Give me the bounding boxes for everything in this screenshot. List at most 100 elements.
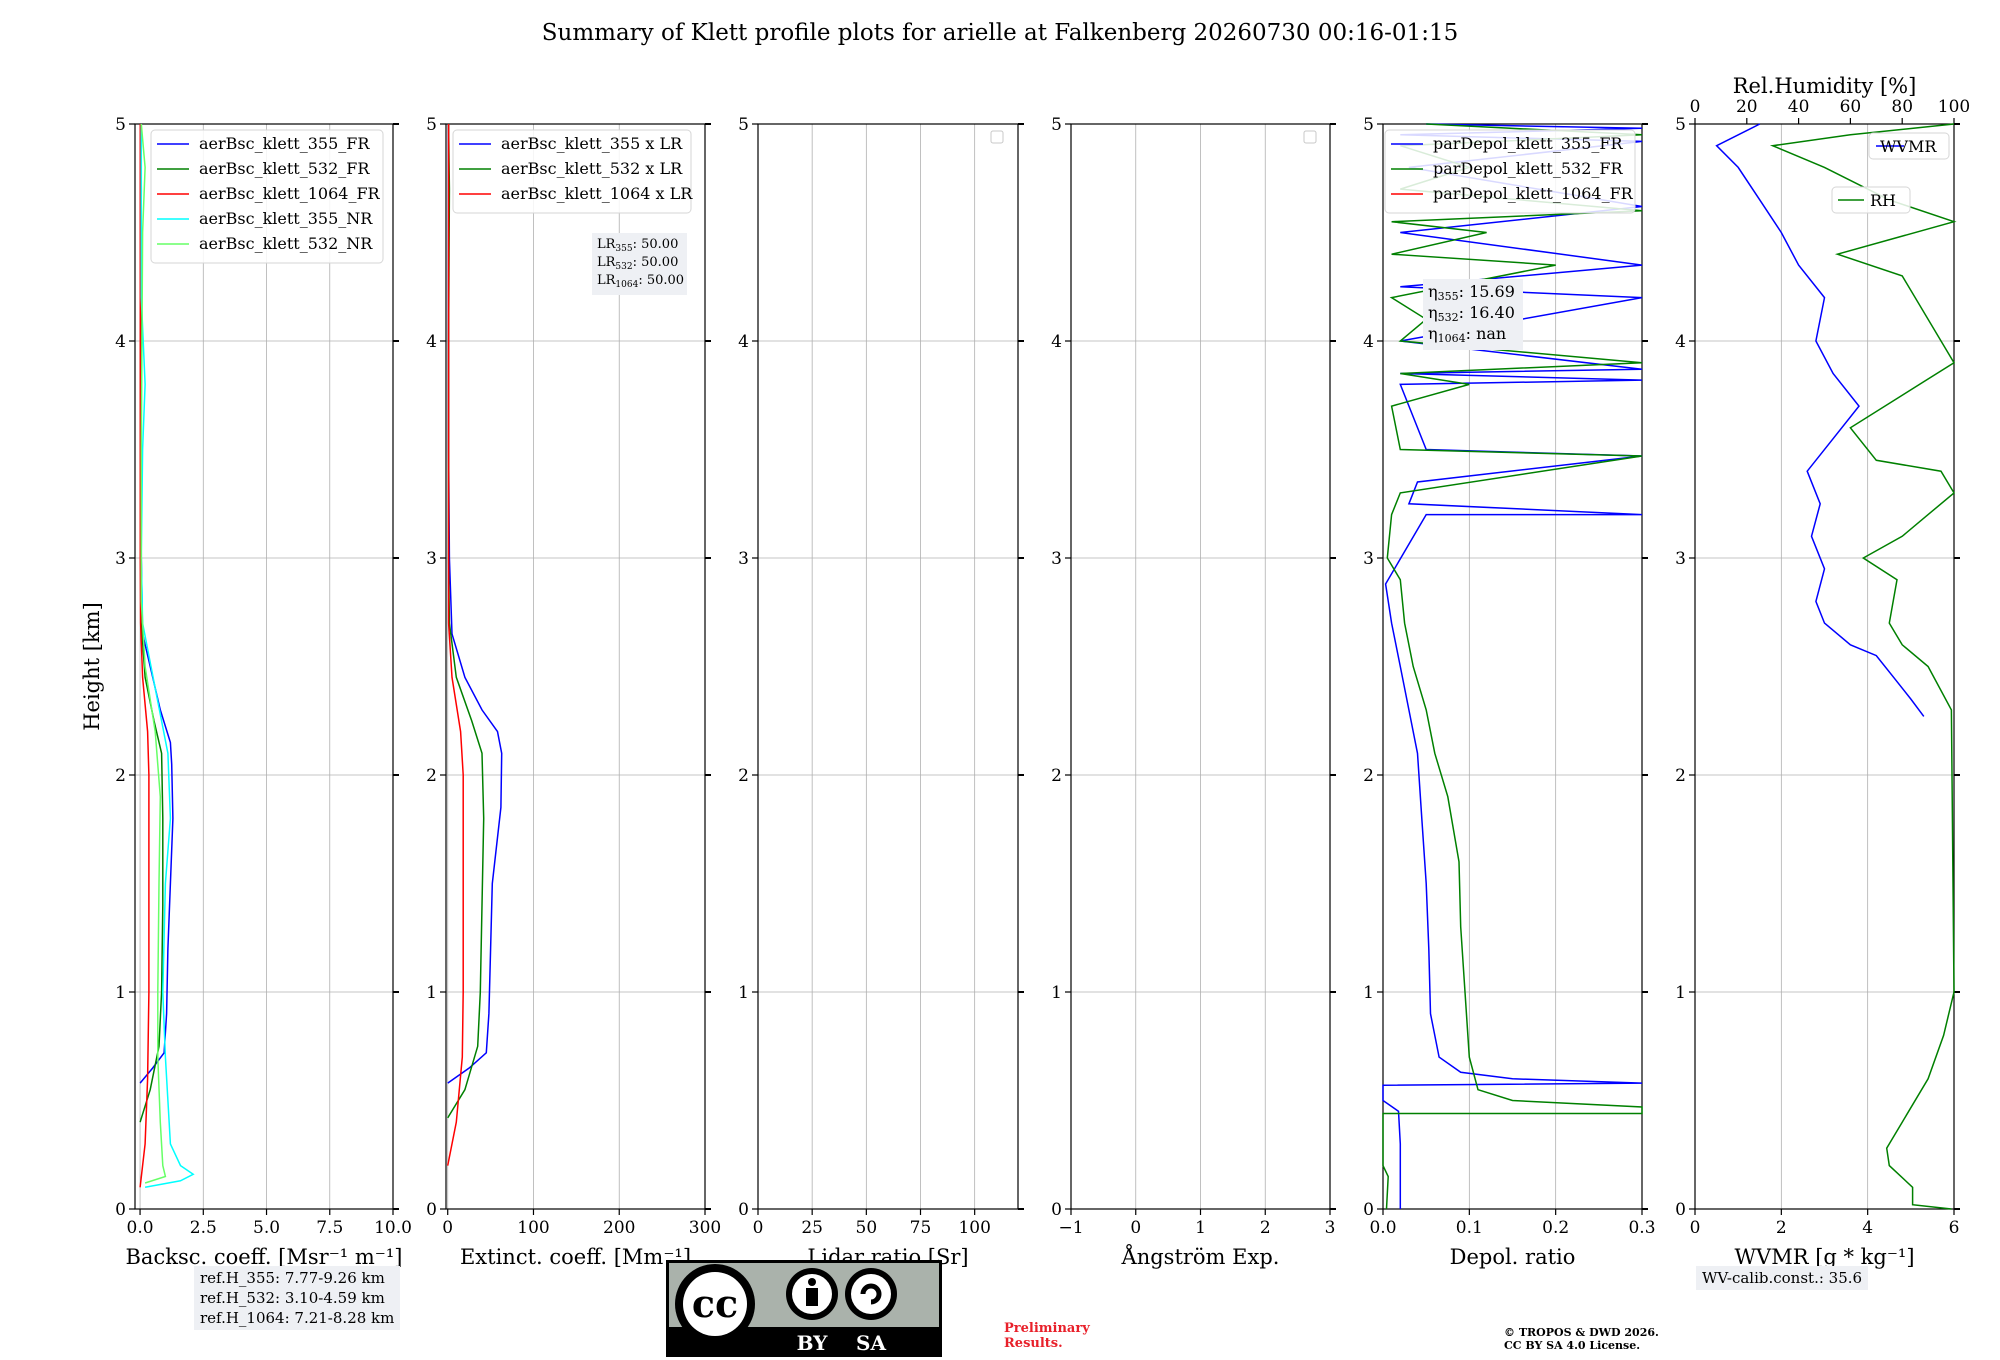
copyright-line-2: CC BY SA 4.0 License. xyxy=(1504,1339,1641,1352)
legend-backscatter: aerBsc_klett_355_FR aerBsc_klett_532_FRae… xyxy=(150,129,384,264)
x-tick-label: −1 xyxy=(1058,1218,1083,1238)
cc-sa-label: SA xyxy=(856,1331,886,1355)
y-tick-label: 0 xyxy=(1363,1200,1374,1220)
x-tick-label: 0 xyxy=(753,1218,764,1238)
x-tick-label: 2 xyxy=(1776,1218,1787,1238)
x-tick-label: 200 xyxy=(603,1218,635,1238)
y-tick-label: 2 xyxy=(426,766,437,786)
series-line-bsc xyxy=(139,123,164,1123)
axes-frame xyxy=(757,123,1019,1210)
profile-figure: 0.0 2.5 5.0 7.5 10.0012345Backsc. coeff. [Ms… xyxy=(80,74,1970,1269)
x-tick-label: 75 xyxy=(910,1218,932,1238)
annotation-text: LR355: 50.00 xyxy=(597,237,678,254)
y-tick-label: 0 xyxy=(1051,1200,1062,1220)
top-x-tick-label: 0 xyxy=(1690,97,1701,117)
y-tick-label: 1 xyxy=(115,983,126,1003)
panel-bsc: 0.0 2.5 5.0 7.5 10.0012345Backsc. coeff. [Ms… xyxy=(80,115,412,1269)
top-x-tick-label: 20 xyxy=(1736,97,1758,117)
x-tick-label: 5.0 xyxy=(253,1218,280,1238)
lr-value-box: LR355: 50.00LR532: 50.00LR1064: 50.00 xyxy=(592,233,687,295)
wv-calib-box: WV-calib.const.: 35.6 xyxy=(1696,1266,1869,1290)
x-axis-label: Depol. ratio xyxy=(1450,1245,1576,1269)
empty-legend-lr xyxy=(990,130,1004,144)
y-tick-label: 3 xyxy=(1363,549,1374,569)
ref-height-1064: ref.H_1064: 7.21-8.28 km xyxy=(200,1309,395,1327)
legend-wvmr: WVMR xyxy=(1868,132,1950,160)
series-line-bsc xyxy=(140,123,167,1184)
top-x-tick-label: 80 xyxy=(1891,97,1913,117)
y-tick-label: 3 xyxy=(115,549,126,569)
legend-label: parDepol_klett_1064_FR xyxy=(1433,184,1634,203)
wv-calib-text: WV-calib.const.: 35.6 xyxy=(1702,1269,1863,1287)
ref-height-532: ref.H_532: 3.10-4.59 km xyxy=(200,1289,385,1307)
x-tick-label: 300 xyxy=(689,1218,721,1238)
preliminary-line-1: Preliminary xyxy=(1004,1321,1090,1336)
x-tick-label: 0 xyxy=(442,1218,453,1238)
y-tick-label: 3 xyxy=(1675,549,1686,569)
x-tick-label: 6 xyxy=(1949,1218,1960,1238)
top-x-tick-label: 40 xyxy=(1788,97,1810,117)
x-tick-label: 0 xyxy=(1690,1218,1701,1238)
copyright-note: © TROPOS & DWD 2026. CC BY SA 4.0 Licens… xyxy=(1504,1326,1659,1352)
copyright-line-1: © TROPOS & DWD 2026. xyxy=(1504,1326,1659,1339)
panel-ang: −1 0 1 2 3012345Ångström Exp. xyxy=(1051,115,1336,1269)
cc-by-sa-badge: cc BY SA xyxy=(666,1260,942,1357)
preliminary-note: Preliminary Results. xyxy=(1004,1321,1090,1351)
x-tick-label: 1 xyxy=(1195,1218,1206,1238)
y-tick-label: 0 xyxy=(115,1200,126,1220)
y-tick-label: 4 xyxy=(1675,332,1686,352)
x-tick-label: 0.1 xyxy=(1456,1218,1483,1238)
y-tick-label: 2 xyxy=(1675,766,1686,786)
x-tick-label: 0.2 xyxy=(1542,1218,1569,1238)
y-tick-label: 4 xyxy=(738,332,749,352)
legend-label: aerBsc_klett_532_NR xyxy=(199,234,373,253)
x-tick-label: 2.5 xyxy=(190,1218,217,1238)
series-line-wv xyxy=(1769,123,1957,1210)
y-tick-label: 4 xyxy=(1363,332,1374,352)
y-tick-label: 3 xyxy=(426,549,437,569)
legend-depol: parDepol_klett_355_FR parDepol_klett_532_… xyxy=(1384,129,1636,214)
x-tick-label: 50 xyxy=(856,1218,878,1238)
legend-label: aerBsc_klett_532 x LR xyxy=(501,159,683,178)
x-tick-label: 100 xyxy=(958,1218,990,1238)
panel-wv: 0 2 4 6012345WVMR [g * kg⁻¹]0 20 40 60 80 100Rel… xyxy=(1675,74,1970,1269)
eta-value-box: η355: 15.69η532: 16.40η1064: nan xyxy=(1423,279,1523,350)
series-line-ext xyxy=(447,124,503,1084)
annotation-text: LR1064: 50.00 xyxy=(597,273,684,290)
cc-by-label: BY xyxy=(797,1331,829,1355)
y-tick-label: 5 xyxy=(426,115,437,135)
y-tick-label: 1 xyxy=(738,983,749,1003)
series-line-bsc xyxy=(139,124,174,1084)
annotation-text: LR532: 50.00 xyxy=(597,255,678,272)
legend-rh: RH xyxy=(1831,186,1911,214)
legend-label: parDepol_klett_532_FR xyxy=(1433,159,1624,178)
preliminary-line-2: Results. xyxy=(1004,1336,1063,1351)
y-tick-label: 0 xyxy=(426,1200,437,1220)
x-tick-label: 4 xyxy=(1862,1218,1873,1238)
y-tick-label: 4 xyxy=(115,332,126,352)
top-x-axis-label: Rel.Humidity [%] xyxy=(1733,74,1917,98)
cc-badge-text: cc xyxy=(692,1281,738,1326)
y-tick-label: 2 xyxy=(738,766,749,786)
x-tick-label: 0 xyxy=(1130,1218,1141,1238)
y-tick-label: 5 xyxy=(1363,115,1374,135)
y-tick-label: 2 xyxy=(1363,766,1374,786)
legend-label: RH xyxy=(1870,191,1896,210)
y-axis-label: Height [km] xyxy=(80,602,104,731)
y-tick-label: 1 xyxy=(426,983,437,1003)
x-tick-label: 0.3 xyxy=(1628,1218,1655,1238)
y-tick-label: 5 xyxy=(115,115,126,135)
x-tick-label: 10.0 xyxy=(374,1218,412,1238)
y-tick-label: 5 xyxy=(738,115,749,135)
legend-label: WVMR xyxy=(1880,137,1937,156)
legend-label: aerBsc_klett_1064 x LR xyxy=(501,184,693,203)
y-tick-label: 0 xyxy=(1675,1200,1686,1220)
legend-label: aerBsc_klett_532_FR xyxy=(199,159,370,178)
y-tick-label: 0 xyxy=(738,1200,749,1220)
top-x-tick-label: 60 xyxy=(1840,97,1862,117)
x-tick-label: 25 xyxy=(801,1218,823,1238)
y-tick-label: 1 xyxy=(1675,983,1686,1003)
y-tick-label: 1 xyxy=(1363,983,1374,1003)
ref-height-box: ref.H_355: 7.77-9.26 km ref.H_532: 3.10-… xyxy=(194,1266,401,1330)
y-tick-label: 2 xyxy=(1051,766,1062,786)
